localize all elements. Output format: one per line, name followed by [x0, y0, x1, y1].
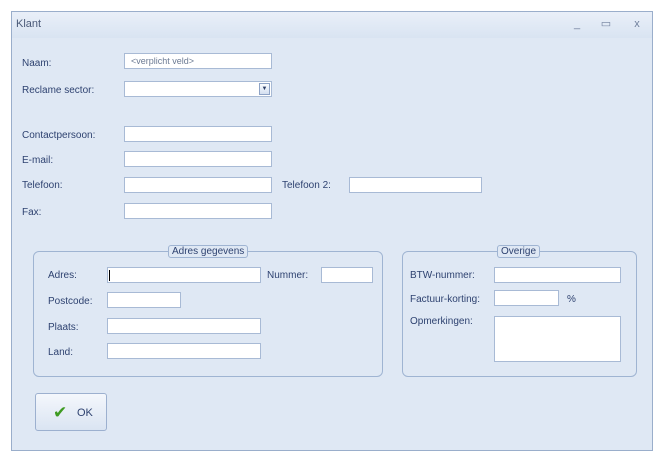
telefoon-label: Telefoon:: [22, 180, 63, 191]
plaats-input[interactable]: [107, 318, 261, 334]
maximize-button[interactable]: ▭: [597, 16, 615, 32]
fax-input[interactable]: [124, 203, 272, 219]
overige-title: Overige: [497, 245, 541, 258]
adres-gegevens-title: Adres gegevens: [168, 245, 249, 258]
opmerkingen-label: Opmerkingen:: [410, 316, 473, 327]
reclame-sector-select[interactable]: ▼: [124, 81, 272, 97]
postcode-input[interactable]: [107, 292, 181, 308]
fax-label: Fax:: [22, 207, 42, 218]
naam-label: Naam:: [22, 58, 52, 69]
close-button[interactable]: x: [628, 16, 646, 32]
land-input[interactable]: [107, 343, 261, 359]
adres-input[interactable]: [107, 267, 261, 283]
factuur-korting-input[interactable]: [494, 290, 559, 306]
btw-nummer-label: BTW-nummer:: [410, 270, 475, 281]
telefoon-input[interactable]: [124, 177, 272, 193]
telefoon2-input[interactable]: [349, 177, 482, 193]
nummer-label: Nummer:: [267, 270, 309, 281]
adres-label: Adres:: [48, 270, 77, 281]
window-title: Klant: [16, 18, 42, 30]
text-cursor: [109, 270, 110, 281]
factuur-korting-label: Factuur-korting:: [410, 294, 481, 305]
ok-button-label: OK: [77, 407, 93, 419]
reclame-sector-label: Reclame sector:: [22, 85, 95, 96]
chevron-down-icon[interactable]: ▼: [259, 83, 270, 95]
nummer-input[interactable]: [321, 267, 373, 283]
telefoon2-label: Telefoon 2:: [282, 180, 331, 191]
opmerkingen-textarea[interactable]: [494, 316, 621, 362]
email-label: E-mail:: [22, 155, 54, 166]
klant-window: Klant _ ▭ x Naam: <verplicht veld> Recla…: [11, 11, 653, 451]
minimize-button[interactable]: _: [568, 16, 586, 32]
btw-nummer-input[interactable]: [494, 267, 621, 283]
contactpersoon-label: Contactpersoon:: [22, 130, 96, 141]
title-bar[interactable]: Klant _ ▭ x: [12, 12, 652, 38]
plaats-label: Plaats:: [48, 322, 79, 333]
checkmark-icon: ✔: [53, 403, 68, 422]
postcode-label: Postcode:: [48, 296, 93, 307]
ok-button[interactable]: ✔ OK: [35, 393, 107, 431]
land-label: Land:: [48, 347, 74, 358]
naam-input[interactable]: <verplicht veld>: [124, 53, 272, 69]
email-input[interactable]: [124, 151, 272, 167]
percent-label: %: [567, 294, 576, 305]
contactpersoon-input[interactable]: [124, 126, 272, 142]
